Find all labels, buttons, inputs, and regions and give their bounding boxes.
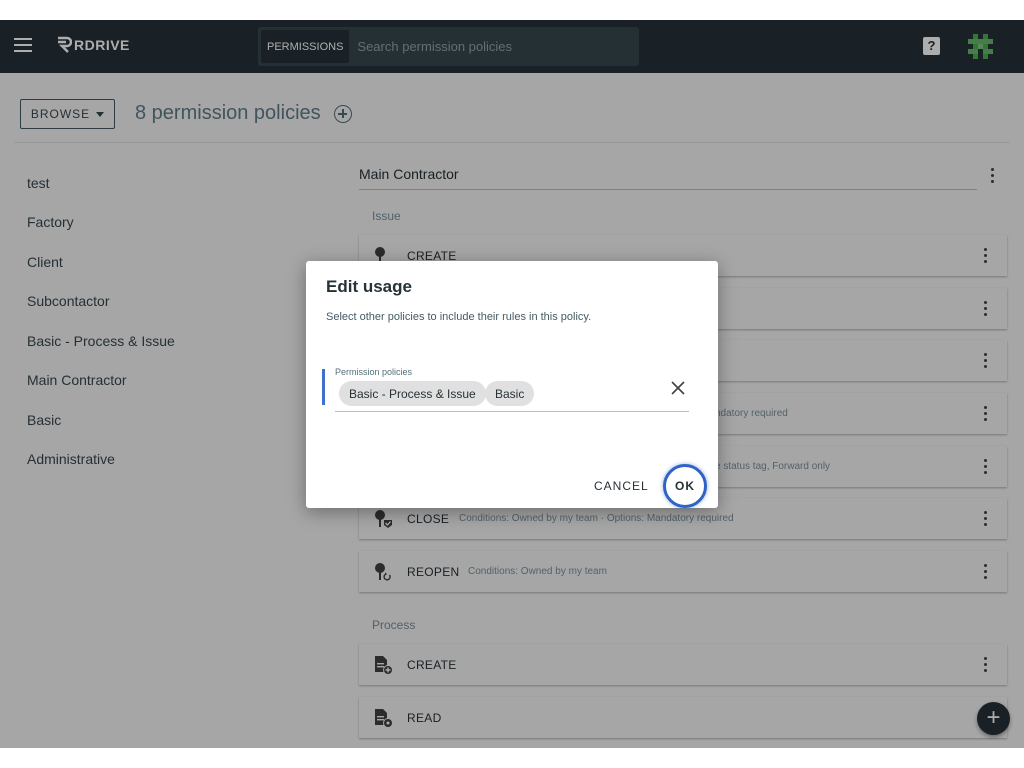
dialog-description: Select other policies to include their r… — [326, 311, 592, 323]
edit-usage-dialog: Edit usage Select other policies to incl… — [306, 261, 718, 508]
close-icon[interactable] — [670, 380, 686, 396]
app-viewport: RDRIVE PERMISSIONS ? BROWSE 8 permission… — [0, 20, 1024, 748]
policy-chip[interactable]: Basic — [485, 381, 535, 406]
policy-chip[interactable]: Basic - Process & Issue — [339, 381, 486, 406]
cancel-button[interactable]: CANCEL — [588, 474, 655, 498]
field-underline — [335, 411, 689, 412]
field-focus-indicator — [322, 369, 325, 405]
dialog-title: Edit usage — [326, 277, 412, 296]
permission-policies-label: Permission policies — [335, 367, 413, 377]
ok-button[interactable]: OK — [663, 464, 707, 508]
